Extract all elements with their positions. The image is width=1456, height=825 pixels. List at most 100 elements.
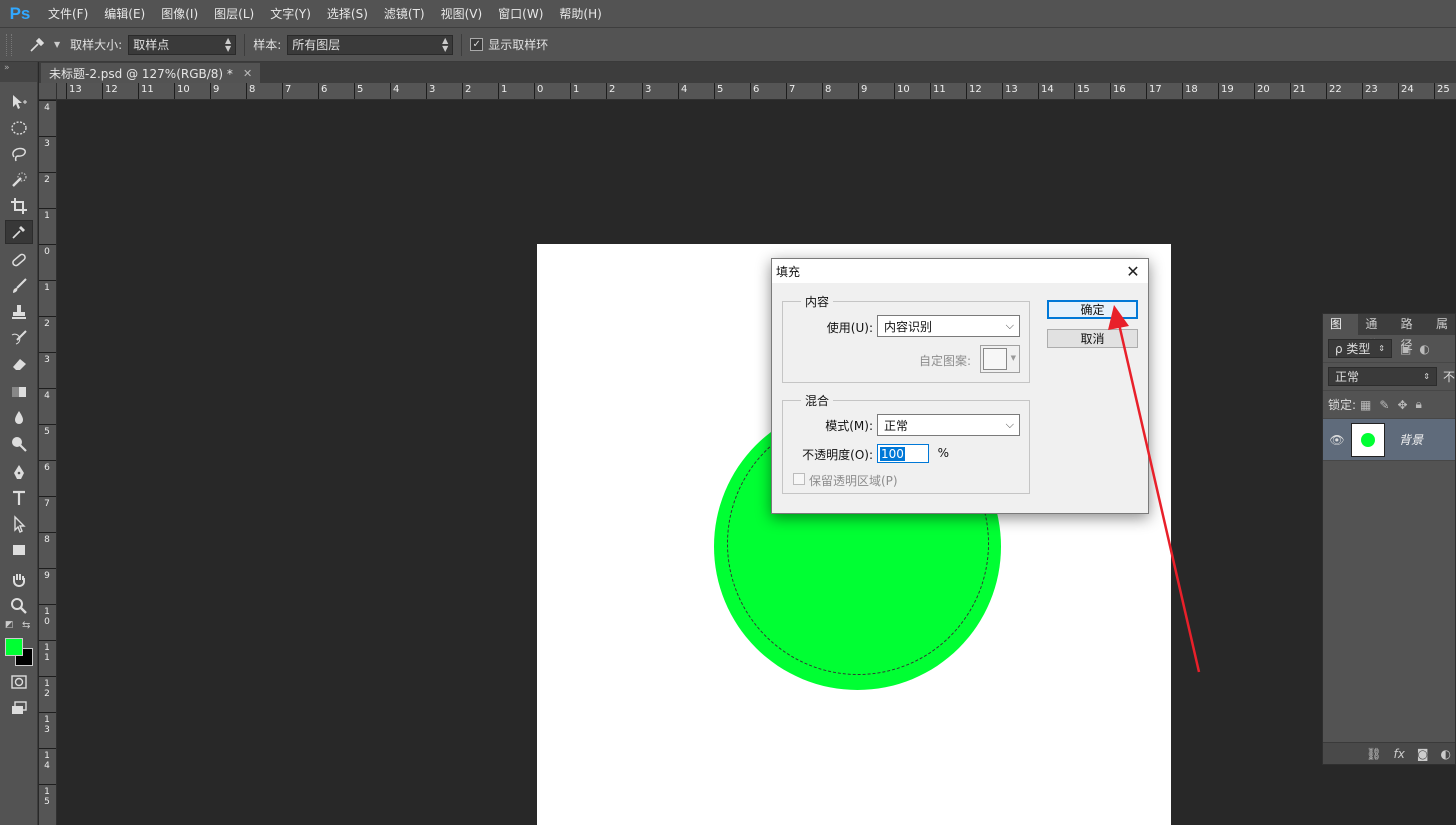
menu-filter[interactable]: 滤镜(T) — [376, 0, 433, 28]
custom-pattern-picker: ▼ — [980, 345, 1020, 373]
close-icon[interactable]: ✕ — [243, 67, 252, 80]
history-brush-icon[interactable] — [5, 326, 33, 350]
image-filter-icon[interactable]: ▣ — [1400, 342, 1411, 356]
lock-pixels-icon[interactable]: ✎ — [1379, 398, 1389, 412]
menu-select[interactable]: 选择(S) — [319, 0, 376, 28]
mode-value: 正常 — [884, 418, 909, 433]
lock-transparent-icon[interactable]: ▦ — [1360, 398, 1371, 412]
opacity-input[interactable]: 100 — [877, 444, 929, 463]
lock-position-icon[interactable]: ✥ — [1397, 398, 1407, 412]
elliptical-marquee-icon[interactable] — [5, 116, 33, 140]
menu-help[interactable]: 帮助(H) — [551, 0, 609, 28]
clone-stamp-icon[interactable] — [5, 300, 33, 324]
visibility-eye-icon[interactable]: 👁︎ — [1323, 433, 1351, 447]
ruler-tick — [462, 83, 463, 99]
layer-style-fx-icon[interactable]: fx — [1394, 747, 1405, 761]
ruler-label: 13 — [44, 715, 50, 735]
gradient-icon[interactable] — [5, 380, 33, 404]
custom-pattern-label: 自定图案: — [918, 354, 971, 368]
ruler-tick — [246, 83, 247, 99]
horizontal-ruler[interactable]: 13 12 11 10 9 8 7 6 5 4 3 2 1 0 1 2 3 4 5 6 7 8 9 10 11 12 13 14 15 1… — [57, 83, 1456, 100]
lock-row: 锁定: ▦ ✎ ✥ 🔒︎ — [1323, 391, 1455, 419]
swap-colors-icon[interactable]: ⇆ — [22, 620, 30, 631]
ruler-tick — [1182, 83, 1183, 99]
ruler-label: 12 — [44, 679, 50, 699]
ruler-tick — [39, 784, 56, 785]
healing-brush-icon[interactable] — [5, 248, 33, 272]
path-selection-icon[interactable] — [5, 512, 33, 536]
zoom-icon[interactable] — [5, 594, 33, 618]
ruler-label: 2 — [609, 84, 616, 95]
document-tab[interactable]: 未标题-2.psd @ 127%(RGB/8) * ✕ — [41, 63, 261, 83]
type-icon[interactable] — [5, 486, 33, 510]
brush-icon[interactable] — [5, 274, 33, 298]
mode-label: 模式(M): — [825, 419, 873, 433]
tab-properties[interactable]: 属 — [1429, 314, 1455, 335]
default-colors-icon[interactable]: ◩ — [5, 620, 14, 630]
crop-icon[interactable] — [5, 194, 33, 218]
ruler-tick — [66, 83, 67, 99]
eraser-icon[interactable] — [5, 352, 33, 376]
ruler-tick — [822, 83, 823, 99]
hand-icon[interactable] — [5, 568, 33, 592]
pen-icon[interactable] — [5, 460, 33, 484]
menu-file[interactable]: 文件(F) — [40, 0, 96, 28]
menu-bar: Ps 文件(F) 编辑(E) 图像(I) 图层(L) 文字(Y) 选择(S) 滤… — [0, 0, 1456, 28]
blur-icon[interactable] — [5, 406, 33, 430]
foreground-color-swatch[interactable] — [5, 638, 23, 656]
ruler-label: 0 — [44, 247, 50, 257]
options-bar: ▼ 取样大小: 取样点 ▲ ▼ 样本: 所有图层 ▲ ▼ ✓ 显示取样环 — [0, 28, 1456, 62]
cancel-button[interactable]: 取消 — [1047, 329, 1138, 348]
ruler-tick — [1002, 83, 1003, 99]
menu-layer[interactable]: 图层(L) — [206, 0, 262, 28]
rectangle-icon[interactable] — [5, 538, 33, 562]
menu-window[interactable]: 窗口(W) — [490, 0, 551, 28]
dodge-icon[interactable] — [5, 432, 33, 456]
menu-edit[interactable]: 编辑(E) — [96, 0, 153, 28]
move-tool-icon[interactable] — [5, 90, 33, 114]
add-mask-icon[interactable]: ◙ — [1417, 747, 1429, 761]
ruler-label: 21 — [1293, 84, 1306, 95]
ruler-tick — [39, 640, 56, 641]
ruler-label: 13 — [69, 84, 82, 95]
ruler-origin[interactable] — [39, 83, 57, 100]
eyedropper-preset-icon[interactable] — [20, 36, 54, 54]
link-layers-icon[interactable]: ⛓︎ — [1366, 747, 1381, 761]
sample-size-select[interactable]: 取样点 ▲ ▼ — [128, 34, 237, 55]
dialog-titlebar[interactable]: 填充 ✕ — [772, 259, 1148, 283]
use-select[interactable]: 内容识别 ⌵ — [877, 315, 1020, 337]
options-grip[interactable] — [6, 33, 12, 56]
tools-collapse-icon[interactable]: » — [0, 62, 37, 82]
tab-paths[interactable]: 路径 — [1394, 314, 1429, 352]
sample-select[interactable]: 所有图层 ▲ ▼ — [287, 34, 454, 55]
blend-mode-select[interactable]: 正常 ⇕ — [1328, 367, 1437, 386]
layer-row-background[interactable]: 👁︎ 背景 — [1323, 419, 1455, 461]
eyedropper-icon[interactable] — [5, 220, 33, 244]
lasso-icon[interactable] — [5, 142, 33, 166]
adjustment-filter-icon[interactable]: ◐ — [1419, 342, 1429, 356]
quick-selection-icon[interactable] — [5, 168, 33, 192]
tab-channels[interactable]: 通道 — [1358, 314, 1393, 352]
tool-preset-caret-icon[interactable]: ▼ — [54, 40, 60, 49]
tab-layers[interactable]: 图层 — [1323, 314, 1359, 352]
ruler-tick — [426, 83, 427, 99]
ruler-label: 5 — [357, 84, 364, 95]
menu-image[interactable]: 图像(I) — [153, 0, 206, 28]
show-sampling-ring-checkbox[interactable]: ✓ — [470, 38, 484, 51]
preserve-transparency-checkbox[interactable] — [793, 473, 805, 485]
close-icon[interactable]: ✕ — [1118, 259, 1148, 283]
ok-button[interactable]: 确定 — [1047, 300, 1138, 319]
quick-mask-icon[interactable] — [5, 670, 33, 694]
layer-filter-select[interactable]: ρ 类型 ⇕ — [1328, 339, 1392, 358]
ruler-tick — [39, 388, 56, 389]
sample-value: 所有图层 — [292, 38, 341, 52]
lock-all-icon[interactable]: 🔒︎ — [1416, 397, 1422, 412]
ruler-tick — [39, 100, 56, 101]
mode-select[interactable]: 正常 ⌵ — [877, 414, 1020, 436]
layer-thumbnail — [1351, 422, 1385, 457]
vertical-ruler[interactable]: 43210123456789101112131415 — [39, 100, 57, 825]
adjustment-layer-icon[interactable]: ◐ — [1441, 747, 1451, 761]
menu-view[interactable]: 视图(V) — [433, 0, 491, 28]
screen-mode-icon[interactable] — [5, 696, 33, 720]
menu-type[interactable]: 文字(Y) — [262, 0, 319, 28]
